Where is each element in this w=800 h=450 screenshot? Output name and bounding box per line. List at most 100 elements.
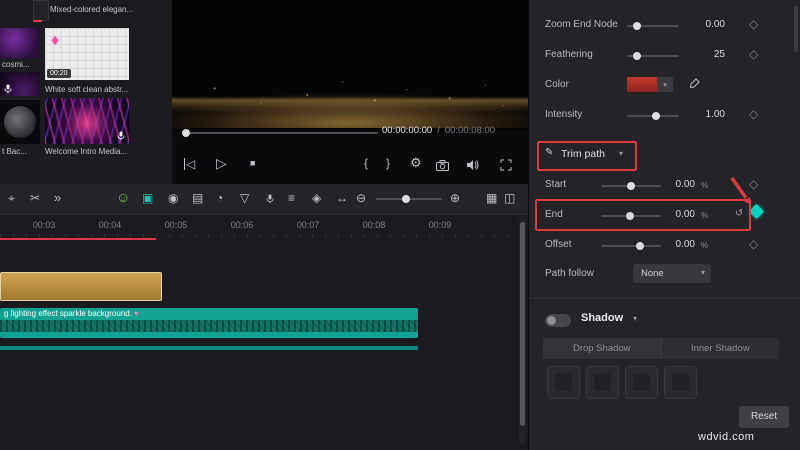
- sticker-icon[interactable]: ☺: [116, 190, 130, 204]
- keyframe-diamond-icon[interactable]: ◇: [749, 18, 758, 30]
- end-slider-handle[interactable]: [626, 212, 634, 220]
- more-tools-icon[interactable]: »: [54, 191, 61, 204]
- media-thumbnail[interactable]: ♦ 00:20: [45, 28, 129, 80]
- color-dropdown-caret[interactable]: ▾: [657, 77, 673, 92]
- media-panel: Mixed-colored elegan... cosmi... t Bac..…: [0, 0, 172, 184]
- timeline-ruler[interactable]: 00:03 00:04 00:05 00:06 00:07 00:08 00:0…: [0, 214, 528, 238]
- intensity-slider-handle[interactable]: [652, 112, 660, 120]
- ruler-label: 00:06: [230, 220, 254, 230]
- property-value[interactable]: 1.00: [681, 109, 725, 120]
- trim-path-button[interactable]: ✎ Trim path ▾: [541, 144, 633, 166]
- duration-badge: 00:20: [47, 69, 71, 78]
- previous-frame-button[interactable]: ◁: [184, 158, 195, 170]
- shadow-preset[interactable]: [625, 366, 658, 399]
- crop-icon[interactable]: ▣: [142, 192, 153, 204]
- property-value[interactable]: 0.00: [681, 19, 725, 30]
- microphone-icon: [117, 131, 125, 141]
- panel-scrollbar[interactable]: [794, 6, 798, 52]
- playback-settings-icon[interactable]: ⚙: [410, 156, 422, 169]
- preview-seek-bar[interactable]: [186, 132, 378, 134]
- ruler-label: 00:05: [164, 220, 188, 230]
- keyframe-diamond-icon[interactable]: ◇: [749, 48, 758, 60]
- volume-icon[interactable]: [466, 159, 480, 171]
- color-swatch[interactable]: [627, 77, 657, 92]
- record-icon[interactable]: ◉: [168, 192, 178, 204]
- ruler-label: 00:04: [98, 220, 122, 230]
- property-value[interactable]: 0.00: [661, 179, 695, 190]
- clip-label: g lighting effect sparkle background. ♥: [4, 309, 139, 318]
- property-value[interactable]: 25: [681, 49, 725, 60]
- offset-slider-handle[interactable]: [636, 242, 644, 250]
- zoom-out-icon[interactable]: ⊖: [356, 192, 366, 204]
- media-item-label: cosmi...: [2, 60, 30, 69]
- tab-drop-shadow[interactable]: Drop Shadow: [543, 338, 661, 359]
- snapshot-icon[interactable]: [436, 160, 449, 171]
- track-grid-icon[interactable]: ▦: [486, 192, 497, 204]
- zoom-end-node-slider-handle[interactable]: [633, 22, 641, 30]
- property-value[interactable]: 0.00: [661, 239, 695, 250]
- shadow-preset[interactable]: [664, 366, 697, 399]
- section-divider: [529, 298, 800, 299]
- keyframe-tool-icon[interactable]: ◈: [312, 192, 321, 204]
- feathering-slider-handle[interactable]: [633, 52, 641, 60]
- annotation-arrow: [730, 176, 751, 205]
- media-item-label: White soft clean abstr...: [45, 85, 129, 94]
- reset-button[interactable]: Reset: [739, 406, 789, 428]
- play-button[interactable]: ▷: [216, 156, 227, 170]
- timeline-panel: ⌖ ✂ » ☺ ▣ ◉ ▤ ◔ ▽ ≡ ◈ ↔ ⊖ ⊕ ▦ ◫ 00:03 00…: [0, 184, 528, 450]
- unit-label: %: [701, 241, 709, 250]
- heart-icon: ♥: [134, 309, 139, 318]
- path-follow-select[interactable]: None ▾: [633, 264, 711, 283]
- gem-icon: ♦: [51, 32, 60, 49]
- shadow-caret[interactable]: ▾: [633, 314, 637, 323]
- shadow-toggle[interactable]: [545, 314, 571, 327]
- ruler-label: 00:07: [296, 220, 320, 230]
- stop-button[interactable]: ■: [250, 159, 255, 168]
- media-thumbnail[interactable]: [33, 0, 49, 21]
- fullscreen-icon[interactable]: [500, 159, 512, 171]
- property-label: Feathering: [545, 49, 593, 60]
- media-item-label: Welcome Intro Media...: [45, 147, 128, 156]
- property-label: Offset: [545, 239, 572, 250]
- offset-slider[interactable]: [601, 245, 661, 247]
- properties-panel: Zoom End Node 0.00 ◇ Feathering 25 ◇ Col…: [528, 0, 800, 450]
- mask-icon[interactable]: ▽: [240, 192, 249, 204]
- timeline-clip-collapsed[interactable]: [0, 346, 418, 350]
- media-thumbnail[interactable]: [0, 28, 40, 58]
- shadow-preset[interactable]: [547, 366, 580, 399]
- keyframe-diamond-icon[interactable]: ◇: [749, 238, 758, 250]
- shadow-tab-bar: Drop Shadow Inner Shadow: [543, 338, 779, 359]
- timeline-zoom-handle[interactable]: [402, 195, 410, 203]
- start-slider-handle[interactable]: [627, 182, 635, 190]
- color-swatch-dropdown[interactable]: ▾: [627, 77, 673, 92]
- property-value[interactable]: 0.00: [661, 209, 695, 220]
- thumbnail-progress-bar: [33, 20, 42, 22]
- timecode-display: 00:00:00:00 / 00:00:08:00: [382, 125, 495, 136]
- media-thumbnail[interactable]: [0, 72, 40, 96]
- keyframe-diamond-icon[interactable]: ◇: [749, 108, 758, 120]
- reset-keyframe-icon[interactable]: ↺: [735, 209, 743, 219]
- tab-inner-shadow[interactable]: Inner Shadow: [662, 338, 780, 359]
- timeline-clip-gold[interactable]: [0, 272, 162, 301]
- shadow-preset[interactable]: [586, 366, 619, 399]
- layout-icon[interactable]: ◫: [504, 192, 515, 204]
- sphere-artwork: [4, 106, 36, 138]
- timeline-scrollbar[interactable]: [520, 222, 525, 426]
- mark-out-button[interactable]: }: [386, 157, 390, 169]
- import-media-icon[interactable]: ▤: [192, 192, 203, 204]
- mark-in-button[interactable]: {: [364, 157, 368, 169]
- split-icon[interactable]: ✂: [30, 192, 40, 204]
- timeline-clip-teal[interactable]: g lighting effect sparkle background. ♥: [0, 308, 418, 338]
- ruler-label: 00:08: [362, 220, 386, 230]
- voiceover-mic-icon[interactable]: [266, 194, 274, 204]
- audio-mixer-icon[interactable]: ≡: [288, 192, 295, 204]
- media-thumbnail[interactable]: [0, 100, 40, 144]
- zoom-in-icon[interactable]: ⊕: [450, 192, 460, 204]
- speed-icon[interactable]: ◔: [216, 192, 223, 204]
- select-tool-icon[interactable]: ⌖: [8, 192, 15, 204]
- eyedropper-icon[interactable]: [689, 78, 700, 89]
- media-thumbnail[interactable]: [45, 98, 129, 144]
- preview-seek-handle[interactable]: [182, 129, 190, 137]
- transition-icon[interactable]: ↔: [336, 192, 348, 204]
- path-follow-value: None: [641, 268, 664, 279]
